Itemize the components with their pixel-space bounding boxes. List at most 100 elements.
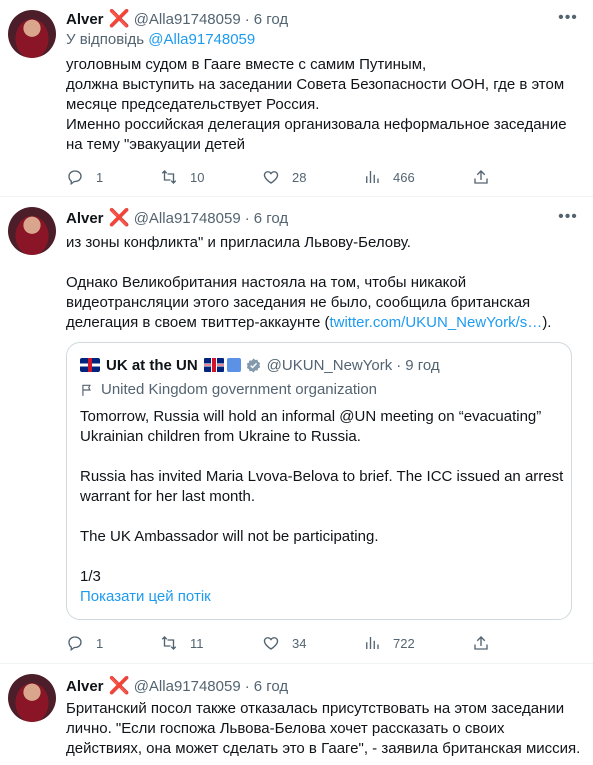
tweet-link[interactable]: twitter.com/UKUN_NewYork/s… [329, 314, 542, 331]
action-bar: 1 11 34 722 [66, 633, 506, 653]
text-line: Ukrainian children from Ukraine to Russi… [80, 428, 361, 445]
flag-icon [82, 384, 91, 396]
text-line: видеотрансляции этого заседания не было,… [66, 294, 531, 311]
cross-mark-icon: ❌ [108, 676, 130, 695]
retweet-button[interactable]: 10 [160, 167, 204, 187]
reply-context: У відповідь @Alla91748059 [66, 31, 255, 48]
more-options-icon[interactable]: ••• [557, 208, 579, 228]
separator-dot: · [244, 677, 250, 695]
like-button[interactable]: 34 [262, 633, 306, 653]
quoted-timestamp[interactable]: 9 год [405, 357, 439, 374]
cross-mark-icon: ❌ [108, 9, 130, 28]
like-count: 34 [292, 635, 307, 651]
avatar[interactable] [8, 207, 56, 255]
text-line: Британский посол также отказалась присут… [66, 700, 565, 717]
quoted-author-name[interactable]: UK at the UN [106, 357, 198, 374]
author-handle[interactable]: @Alla91748059 [134, 210, 241, 227]
views-count: 722 [393, 635, 415, 651]
reply-icon [68, 170, 82, 186]
un-flag-icon [226, 358, 241, 372]
share-button[interactable] [472, 633, 490, 653]
author-name[interactable]: Alver [66, 11, 104, 28]
text-fragment: делегация в своем твиттер-аккаунте ( [66, 314, 330, 331]
quoted-tweet-header: UK at the UN @UKUN_NewYork · 9 год [80, 355, 440, 375]
quoted-tweet-text: Tomorrow, Russia will hold an informal @… [80, 407, 564, 587]
cross-mark-icon: ❌ [108, 208, 130, 227]
text-line: The UK Ambassador will not be participat… [80, 528, 379, 545]
text-line: действиях, она может сделать это в Гааге… [66, 740, 581, 757]
share-icon [474, 170, 488, 184]
more-options-icon[interactable]: ••• [557, 9, 579, 29]
text-fragment: ). [542, 314, 552, 331]
government-label-text: United Kingdom government organization [101, 381, 377, 398]
heart-icon [263, 171, 279, 184]
text-line: Однако Великобритания настояла на том, ч… [66, 274, 467, 291]
reply-prefix: У відповідь [66, 31, 145, 48]
tweet-text: уголовным судом в Гааге вместе с самим П… [66, 55, 586, 155]
views-icon [366, 171, 379, 183]
reply-button[interactable]: 1 [66, 633, 103, 653]
text-line: 1/3 [80, 568, 101, 585]
reply-count: 1 [96, 169, 104, 185]
author-handle[interactable]: @Alla91748059 [134, 11, 241, 28]
separator-dot: · [244, 209, 250, 227]
uk-flag-icon [203, 358, 224, 372]
author-name[interactable]: Alver [66, 678, 104, 695]
separator-dot: · [244, 10, 250, 28]
quoted-author-handle[interactable]: @UKUN_NewYork [267, 357, 393, 374]
text-line: делегация в своем твиттер-аккаунте (twit… [66, 313, 586, 333]
quoted-avatar[interactable] [80, 358, 100, 372]
tweet-text: из зоны конфликта" и пригласила Львову-Б… [66, 233, 586, 333]
retweet-count: 11 [190, 635, 204, 651]
heart-icon [263, 637, 279, 650]
retweet-icon [161, 170, 177, 184]
quoted-tweet-card[interactable]: UK at the UN @UKUN_NewYork · 9 год Unite… [66, 342, 572, 620]
show-thread-link[interactable]: Показати цей потік [80, 588, 211, 605]
text-line: лично. "Если госпожа Львова-Белова хочет… [66, 720, 505, 737]
retweet-icon [161, 636, 177, 650]
text-line: месяце председательствует Россия. [66, 96, 320, 113]
reply-count: 1 [96, 635, 104, 651]
text-line: из зоны конфликта" и пригласила Львову-Б… [66, 234, 411, 251]
reply-icon [68, 636, 82, 652]
separator-dot: · [396, 356, 402, 374]
verified-badge-icon [246, 357, 260, 373]
author-handle[interactable]: @Alla91748059 [134, 678, 241, 695]
views-button[interactable]: 722 [363, 633, 415, 653]
like-button[interactable]: 28 [262, 167, 306, 187]
text-line: Именно российская делегация организовала… [66, 116, 567, 133]
tweet-header: Alver ❌ @Alla91748059 · 6 год [66, 676, 288, 696]
views-count: 466 [393, 169, 415, 185]
text-line: на тему "эвакуации детей [66, 136, 246, 153]
government-label: United Kingdom government organization [80, 381, 377, 398]
reply-button[interactable]: 1 [66, 167, 103, 187]
text-line: Russia has invited Maria Lvova-Belova to… [80, 468, 564, 485]
text-line: warrant for her last month. [80, 488, 256, 505]
tweet-text: Британский посол также отказалась присут… [66, 699, 586, 759]
avatar[interactable] [8, 674, 56, 722]
tweet-header: Alver ❌ @Alla91748059 · 6 год [66, 9, 288, 29]
action-bar: 1 10 28 466 [66, 167, 506, 187]
tweet-header: Alver ❌ @Alla91748059 · 6 год [66, 208, 288, 228]
text-line: должна выступить на заседании Совета Без… [66, 76, 565, 93]
retweet-count: 10 [190, 169, 205, 185]
text-line: уголовным судом в Гааге вместе с самим П… [66, 56, 427, 73]
author-name[interactable]: Alver [66, 210, 104, 227]
tweet-3[interactable]: Alver ❌ @Alla91748059 · 6 год Британский… [0, 664, 593, 765]
views-button[interactable]: 466 [363, 167, 415, 187]
timestamp[interactable]: 6 год [254, 678, 288, 695]
timestamp[interactable]: 6 год [254, 11, 288, 28]
like-count: 28 [292, 169, 307, 185]
timestamp[interactable]: 6 год [254, 210, 288, 227]
avatar[interactable] [8, 10, 56, 58]
retweet-button[interactable]: 11 [160, 633, 204, 653]
tweet-1[interactable]: Alver ❌ @Alla91748059 · 6 год ••• У відп… [0, 0, 593, 196]
reply-handle-link[interactable]: @Alla91748059 [148, 31, 255, 48]
share-button[interactable] [472, 167, 490, 187]
share-icon [474, 636, 488, 650]
views-icon [366, 637, 379, 649]
